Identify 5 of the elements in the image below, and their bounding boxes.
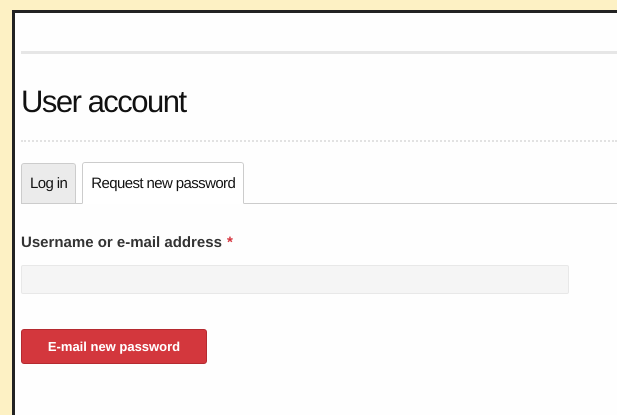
field-label: Username or e-mail address * xyxy=(21,234,234,251)
page-title: User account xyxy=(21,84,188,120)
tab[interactable]: Request new password xyxy=(82,162,244,204)
tab[interactable]: Log in xyxy=(21,163,76,203)
submit-button[interactable]: E-mail new password xyxy=(21,329,207,364)
